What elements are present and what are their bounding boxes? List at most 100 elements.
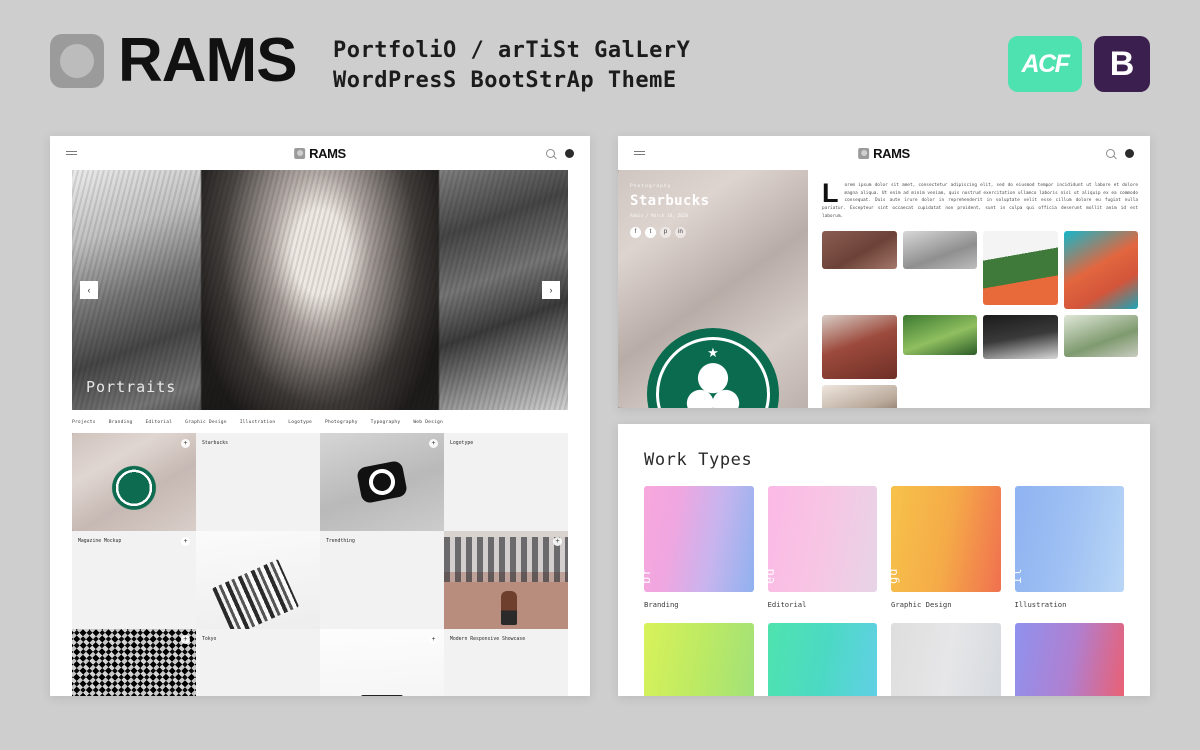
- photo-thumb[interactable]: [1063, 230, 1138, 309]
- expand-icon[interactable]: +: [181, 537, 190, 546]
- photo-thumb[interactable]: [983, 230, 1058, 305]
- work-type-card-web-design[interactable]: wd Web Design: [1014, 623, 1124, 696]
- hamburger-icon[interactable]: [66, 150, 77, 156]
- promo-banner: RAMS PortfoliO / arTiSt GalLerY WordPres…: [0, 0, 1200, 120]
- photo-thumb[interactable]: [822, 230, 897, 269]
- camera-icon: [355, 459, 409, 505]
- twitter-icon[interactable]: t: [645, 227, 656, 238]
- article-content: Lorem ipsum dolor sit amet, consectetur …: [808, 170, 1150, 408]
- work-types-mockup: Work Types br Branding ed Editorial gd G…: [618, 424, 1150, 696]
- grid-item-label: Starbucks: [202, 441, 228, 446]
- grid-item-caption[interactable]: Magazine Mockup +: [72, 531, 196, 629]
- filter-illustration[interactable]: Illustration: [240, 420, 276, 425]
- grid-item-label: Magazine Mockup: [78, 539, 122, 544]
- portfolio-grid: + Starbucks + Logotype Magazine Mockup +…: [72, 433, 568, 696]
- rams-mark-icon-small: [294, 147, 306, 159]
- work-type-label: Illustration: [1014, 600, 1067, 609]
- photo-thumb[interactable]: [1063, 314, 1138, 357]
- facebook-icon[interactable]: f: [630, 227, 641, 238]
- site-logo-text: RAMS: [873, 145, 910, 161]
- grid-item-caption[interactable]: Trendthing: [320, 531, 444, 629]
- work-type-card-graphic-design[interactable]: gd Graphic Design: [891, 486, 1001, 609]
- filter-logotype[interactable]: Logotype: [288, 420, 312, 425]
- grid-item-image[interactable]: +: [444, 531, 568, 629]
- photo-thumb[interactable]: [822, 384, 897, 408]
- site-header-right: RAMS: [618, 136, 1150, 170]
- work-type-card-typography[interactable]: ty Typography: [891, 623, 1001, 696]
- grid-item-image[interactable]: [196, 531, 320, 629]
- article-title: Starbucks: [630, 193, 710, 209]
- hamburger-icon[interactable]: [634, 150, 645, 156]
- linkedin-icon[interactable]: in: [675, 227, 686, 238]
- article-text: orem ipsum dolor sit amet, consectetur a…: [822, 183, 1138, 219]
- work-type-swatch: ed: [767, 486, 877, 592]
- slider-prev-button[interactable]: ‹: [80, 281, 98, 299]
- rams-mark-icon-small: [858, 147, 870, 159]
- search-icon[interactable]: [1106, 148, 1115, 158]
- filter-editorial[interactable]: Editorial: [145, 420, 172, 425]
- article-cover-image: Photography Starbucks Admin / March 18, …: [618, 170, 808, 408]
- filter-photography[interactable]: Photography: [325, 420, 358, 425]
- article-body: Photography Starbucks Admin / March 18, …: [618, 170, 1150, 408]
- grid-item-image[interactable]: +: [72, 629, 196, 696]
- grid-item-image[interactable]: +: [320, 433, 444, 531]
- search-icon[interactable]: [546, 148, 555, 158]
- filter-branding[interactable]: Branding: [109, 420, 133, 425]
- work-type-label: Branding: [644, 600, 679, 609]
- rams-mark-dot: [60, 44, 94, 78]
- laptop-screen-image: [361, 695, 403, 696]
- photo-thumb[interactable]: [822, 314, 897, 379]
- site-logo-right[interactable]: RAMS: [858, 146, 910, 161]
- filter-typography[interactable]: Typography: [371, 420, 401, 425]
- expand-icon[interactable]: +: [181, 635, 190, 644]
- work-type-card-logotype[interactable]: lg Logotype: [644, 623, 754, 696]
- photo-thumb[interactable]: [902, 314, 977, 355]
- grid-item-label: Tokyo: [202, 637, 217, 642]
- grid-item-image[interactable]: +: [320, 629, 444, 696]
- grid-item-caption[interactable]: Modern Responsive Showcase: [444, 629, 568, 696]
- work-type-swatch: gd: [891, 486, 1001, 592]
- grid-item-label: Modern Responsive Showcase: [450, 637, 526, 642]
- slider-next-button[interactable]: ›: [542, 281, 560, 299]
- drop-cap: L: [822, 178, 839, 208]
- hero-slider[interactable]: ‹ › Portraits: [72, 170, 568, 410]
- work-type-swatch: wd: [1014, 623, 1124, 696]
- work-type-card-branding[interactable]: br Branding: [644, 486, 754, 609]
- article-kicker: Photography: [630, 184, 672, 189]
- expand-icon[interactable]: +: [181, 439, 190, 448]
- cart-icon[interactable]: [565, 148, 574, 158]
- cart-icon[interactable]: [1125, 148, 1134, 158]
- expand-icon[interactable]: +: [553, 537, 562, 546]
- rams-mark-icon: [50, 34, 104, 88]
- work-type-card-editorial[interactable]: ed Editorial: [767, 486, 877, 609]
- grid-item-caption[interactable]: Starbucks: [196, 433, 320, 531]
- site-logo-text: RAMS: [309, 145, 346, 161]
- filter-projects[interactable]: Projects: [72, 420, 96, 425]
- work-type-abbr: il: [1014, 567, 1024, 584]
- header-actions-right: [1106, 148, 1134, 158]
- photo-thumb[interactable]: [902, 230, 977, 269]
- photo-thumb[interactable]: [983, 314, 1058, 359]
- site-logo-left[interactable]: RAMS: [294, 146, 346, 161]
- acf-badge: ACF: [1008, 36, 1082, 92]
- expand-icon[interactable]: +: [429, 635, 438, 644]
- grid-item-image[interactable]: +: [72, 433, 196, 531]
- work-type-card-illustration[interactable]: il Illustration: [1014, 486, 1124, 609]
- work-type-abbr: ed: [767, 567, 777, 584]
- banner-tagline: PortfoliO / arTiSt GalLerY WordPresS Boo…: [333, 36, 690, 97]
- grid-item-caption[interactable]: Logotype: [444, 433, 568, 531]
- pinterest-icon[interactable]: p: [660, 227, 671, 238]
- filter-web-design[interactable]: Web Design: [413, 420, 443, 425]
- work-type-abbr: br: [644, 567, 653, 584]
- site-header-left: RAMS: [50, 136, 590, 170]
- grid-item-label: Logotype: [450, 441, 474, 446]
- expand-icon[interactable]: +: [429, 439, 438, 448]
- tagline-line-2: WordPresS BootStrAp ThemE: [333, 68, 677, 94]
- work-type-swatch: ph: [767, 623, 877, 696]
- article-paragraph: Lorem ipsum dolor sit amet, consectetur …: [822, 178, 1138, 221]
- grid-item-caption[interactable]: Tokyo: [196, 629, 320, 696]
- work-type-swatch: br: [644, 486, 754, 592]
- work-type-card-photography[interactable]: ph Photography: [767, 623, 877, 696]
- filter-graphic-design[interactable]: Graphic Design: [185, 420, 227, 425]
- bootstrap-badge: B: [1094, 36, 1150, 92]
